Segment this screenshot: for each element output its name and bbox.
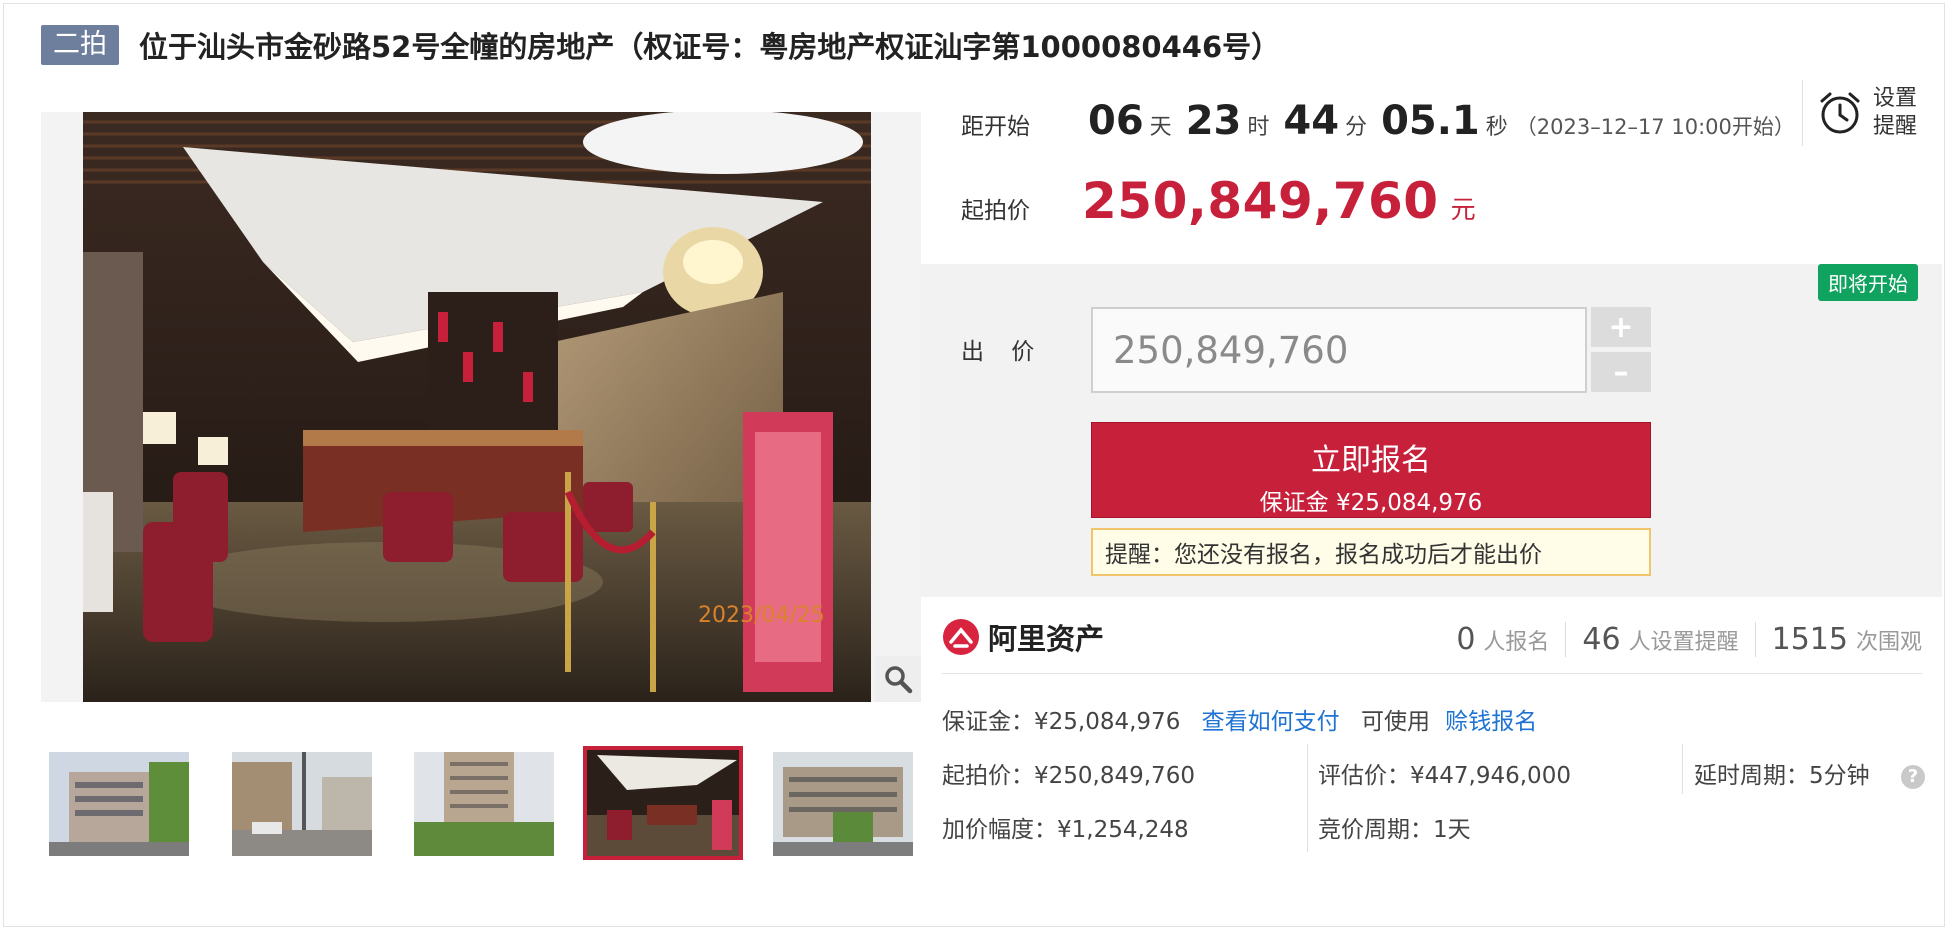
- stat-value: 46: [1582, 622, 1621, 657]
- street-photo-thumbnail: [232, 752, 372, 856]
- stat-reminders: 46 人设置提醒: [1565, 622, 1754, 657]
- countdown-days-unit: 天: [1149, 115, 1172, 140]
- page-title: 位于汕头市金砂路52号全幢的房地产（权证号：粤房地产权证汕字第100008044…: [139, 30, 1281, 64]
- appraisal-price: 评估价：¥447,946,000: [1318, 763, 1571, 789]
- thumbnail-5[interactable]: [773, 752, 913, 856]
- countdown-minutes-unit: 分: [1345, 115, 1368, 140]
- status-badge: 即将开始: [1818, 264, 1918, 301]
- start-time: （2023–12–17 10:00开始）: [1515, 115, 1795, 139]
- bid-panel: 即将开始 出 价 250,849,760 + – 立即报名 保证金 ¥25,08…: [921, 264, 1942, 597]
- zoom-button[interactable]: [875, 656, 921, 702]
- platform-name: 阿里资产: [988, 622, 1105, 656]
- start-price-value: 250,849,760: [1082, 172, 1439, 230]
- main-photo-area[interactable]: 2023/04/25: [41, 112, 921, 702]
- tower-photo-thumbnail: [414, 752, 554, 856]
- column-divider: [1682, 744, 1683, 794]
- bid-amount-input[interactable]: 250,849,760: [1091, 307, 1587, 393]
- building-photo-thumbnail: [49, 752, 189, 856]
- credit-register-link[interactable]: 赊钱报名: [1445, 709, 1537, 735]
- stat-value: 1515: [1771, 622, 1848, 657]
- countdown-days: 06: [1088, 98, 1144, 144]
- lobby-photo-thumbnail: [587, 750, 739, 856]
- stat-label: 人设置提醒: [1628, 630, 1739, 655]
- delay-period-row: 延时周期：5分钟 ?: [1694, 756, 1925, 790]
- thumbnail-1[interactable]: [49, 752, 189, 856]
- main-photo[interactable]: 2023/04/25: [83, 112, 871, 702]
- thumbnail-4-selected[interactable]: [583, 746, 743, 860]
- column-divider: [1307, 744, 1308, 852]
- stat-label: 次围观: [1855, 630, 1922, 655]
- bid-increment: 加价幅度：¥1,254,248: [942, 817, 1189, 843]
- countdown-row: 距开始 06 天 23 时 44 分 05.1 秒 （2023–12–17 10…: [961, 98, 1795, 148]
- start-price-unit: 元: [1450, 195, 1476, 224]
- countdown-minutes: 44: [1283, 98, 1340, 144]
- decrease-bid-button[interactable]: –: [1591, 352, 1651, 392]
- platform-logo[interactable]: 阿里资产: [942, 616, 1104, 658]
- countdown-hours-unit: 时: [1247, 115, 1270, 140]
- hotel-lobby-photo: 2023/04/25: [83, 112, 871, 702]
- stat-label: 人报名: [1483, 630, 1550, 655]
- thumbnail-3[interactable]: [414, 752, 554, 856]
- auction-round-badge: 二拍: [41, 25, 119, 65]
- question-icon[interactable]: ?: [1900, 764, 1925, 789]
- auction-stats: 0 人报名 46 人设置提醒 1515 次围观: [1440, 622, 1922, 657]
- register-notice: 提醒：您还没有报名，报名成功后才能出价: [1091, 528, 1651, 576]
- bidding-period: 竞价周期：1天: [1318, 817, 1471, 843]
- building-corner-photo-thumbnail: [773, 752, 913, 856]
- photo-watermark: 2023/04/25: [698, 603, 825, 628]
- usable-text: 可使用: [1360, 709, 1430, 735]
- increase-bid-button[interactable]: +: [1591, 307, 1651, 347]
- stat-views: 1515 次围观: [1754, 622, 1922, 657]
- stat-registrations: 0 人报名: [1440, 622, 1565, 657]
- how-to-pay-link[interactable]: 查看如何支付: [1202, 709, 1340, 735]
- countdown-label: 距开始: [961, 114, 1030, 140]
- register-now-label: 立即报名: [1311, 443, 1431, 478]
- platform-row: 阿里资产 0 人报名 46 人设置提醒 1515 次围观: [942, 614, 1922, 674]
- alarm-clock-icon: [1820, 92, 1860, 134]
- delay-period: 延时周期：5分钟: [1694, 763, 1870, 789]
- countdown-seconds: 05.1: [1381, 98, 1480, 144]
- title-row: 二拍 位于汕头市金砂路52号全幢的房地产（权证号：粤房地产权证汕字第100008…: [41, 23, 1280, 67]
- thumbnail-strip: [41, 746, 921, 860]
- register-deposit-label: 保证金 ¥25,084,976: [1259, 490, 1483, 516]
- register-now-button[interactable]: 立即报名 保证金 ¥25,084,976: [1091, 422, 1651, 518]
- start-price-detail: 起拍价：¥250,849,760: [942, 763, 1195, 789]
- countdown-hours: 23: [1185, 98, 1242, 144]
- thumbnail-2[interactable]: [232, 752, 372, 856]
- bid-label: 出 价: [961, 339, 1045, 365]
- ali-assets-logo-icon: [943, 619, 979, 655]
- set-reminder-button[interactable]: 设置提醒: [1802, 80, 1942, 146]
- deposit-row: 保证金：¥25,084,976 查看如何支付 可使用 赊钱报名: [942, 702, 1537, 736]
- start-price-row: 起拍价 250,849,760 元: [961, 172, 1476, 242]
- magnifier-icon: [885, 666, 913, 694]
- countdown-seconds-unit: 秒: [1485, 115, 1508, 140]
- stat-value: 0: [1456, 622, 1476, 657]
- start-price-label: 起拍价: [961, 198, 1030, 224]
- deposit-text: 保证金：¥25,084,976: [942, 709, 1181, 735]
- set-reminder-label: 设置提醒: [1873, 86, 1918, 139]
